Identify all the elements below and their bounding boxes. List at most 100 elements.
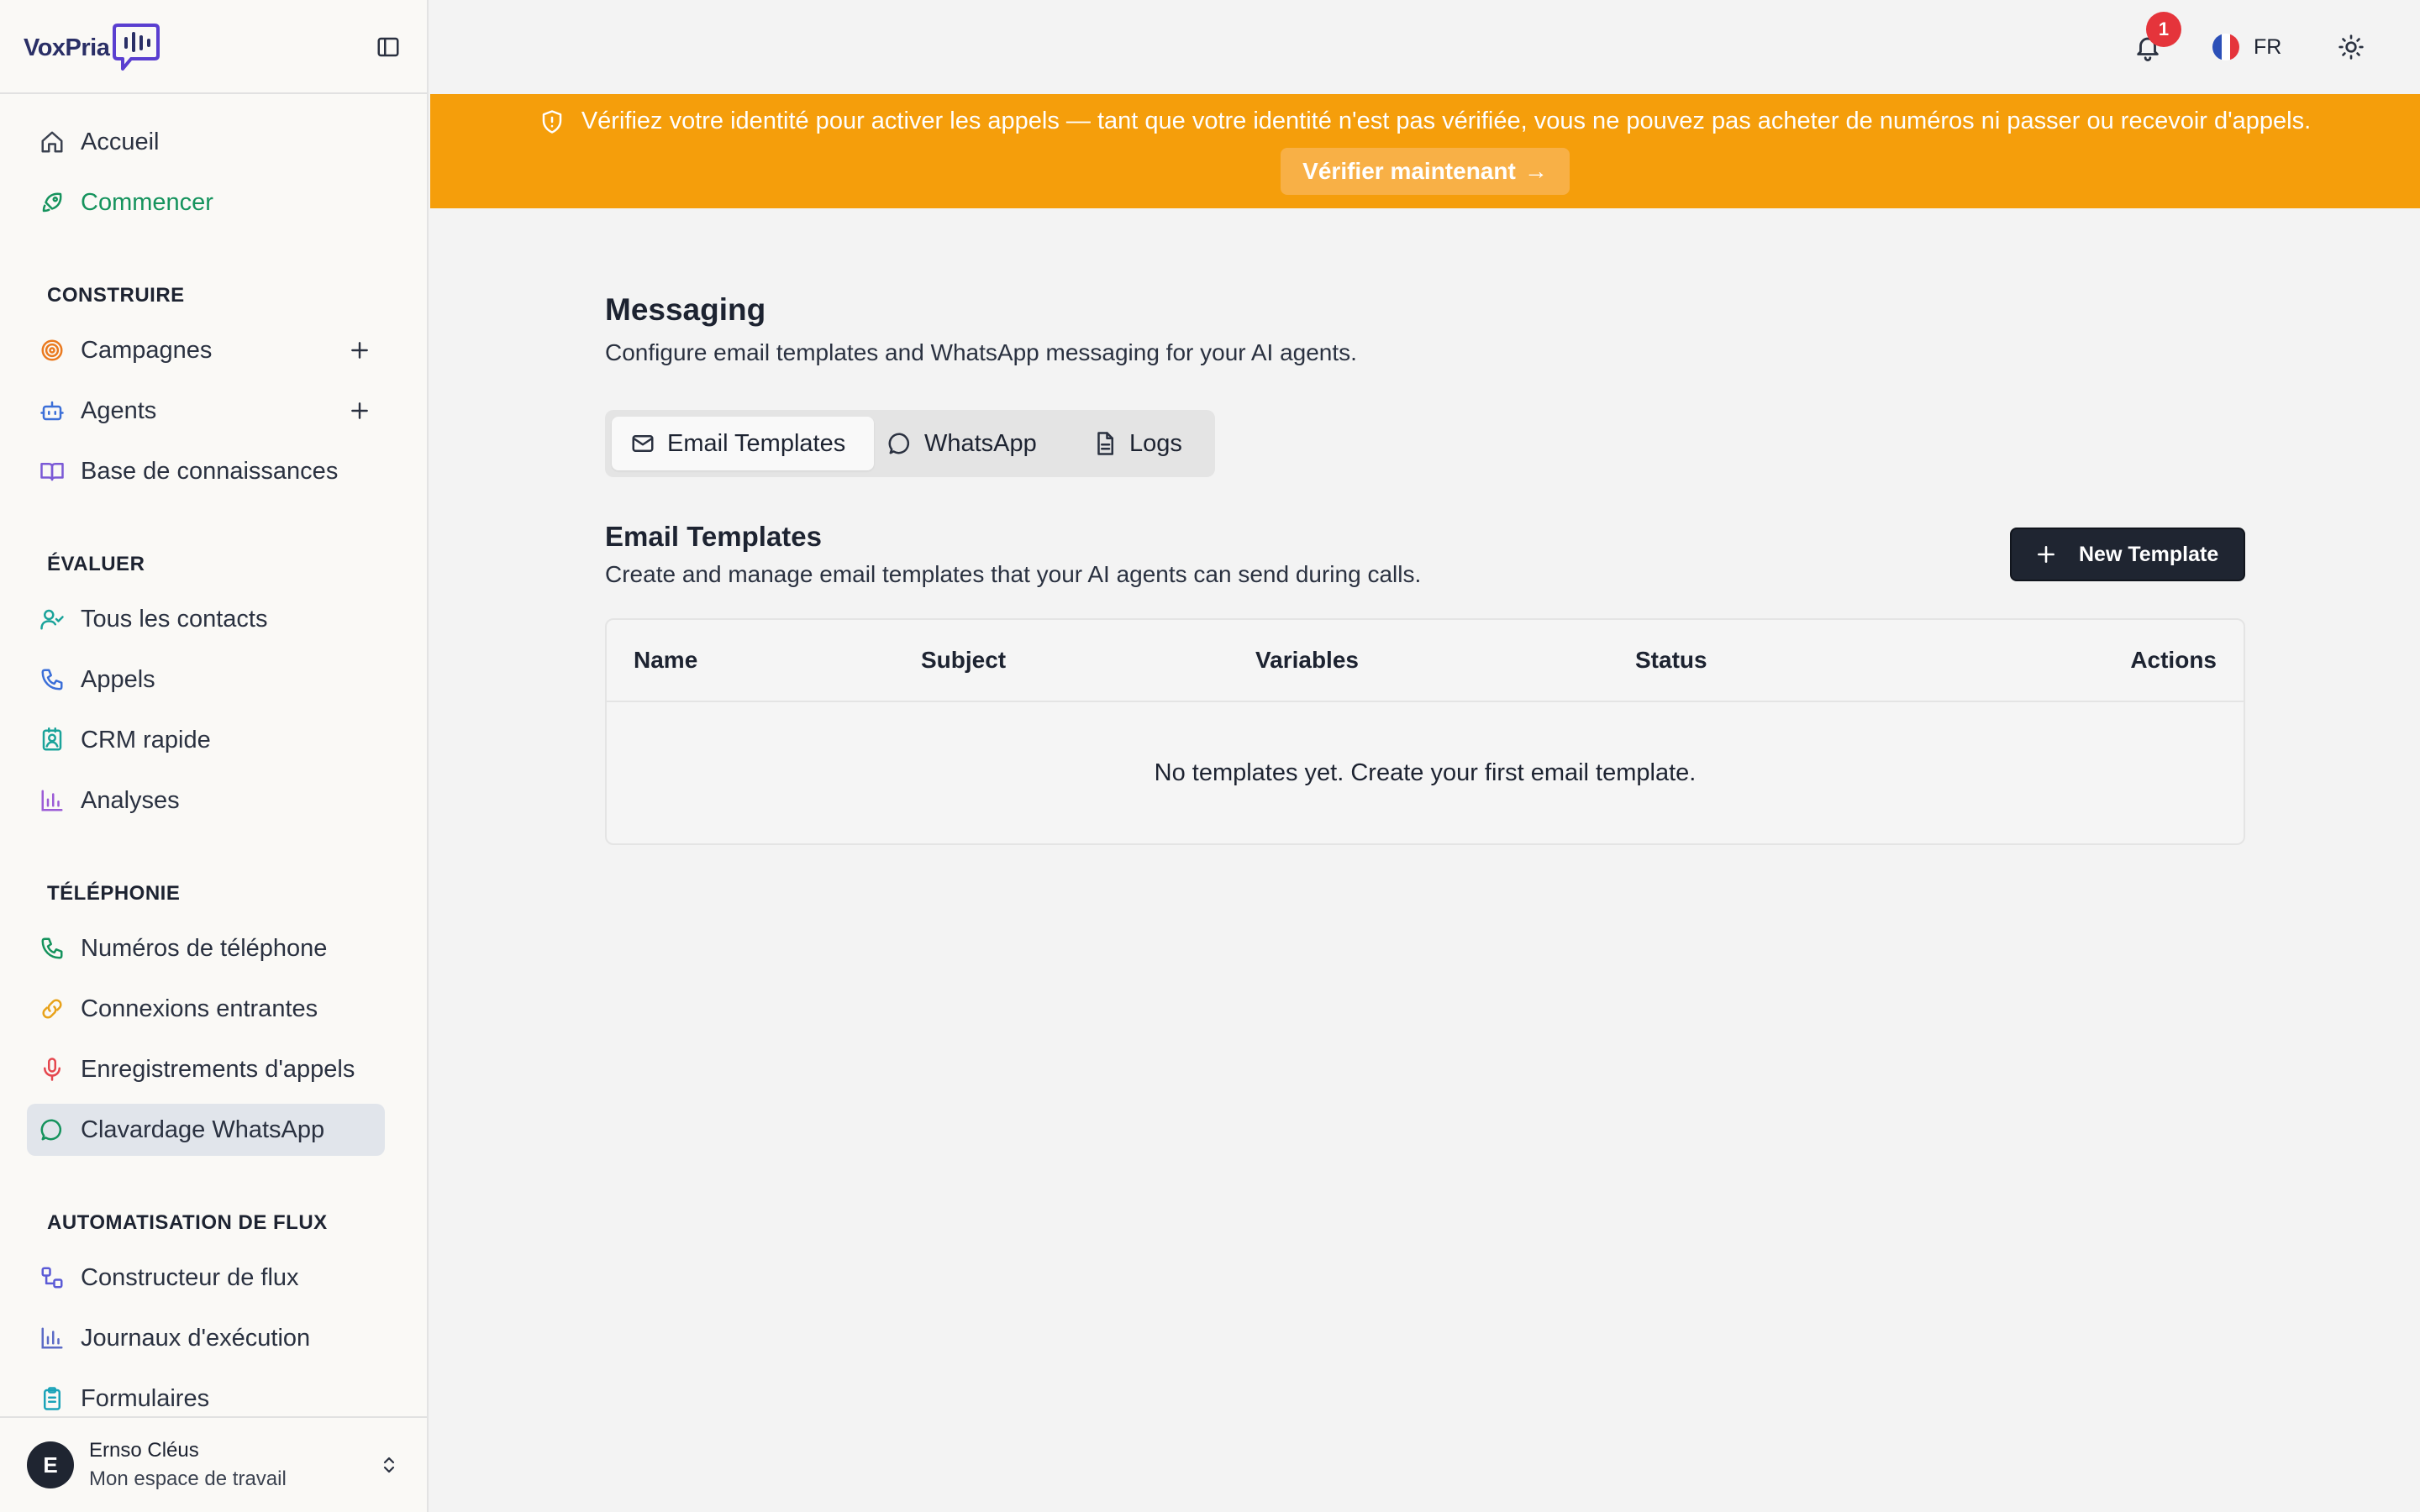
page-subtitle: Configure email templates and WhatsApp m… xyxy=(605,339,1357,365)
tab-label: Email Templates xyxy=(667,429,846,457)
workspace-name: Mon espace de travail xyxy=(89,1467,287,1490)
book-icon xyxy=(39,458,66,485)
sidebar-item-enregistrements-d-appels[interactable]: Enregistrements d'appels xyxy=(27,1043,385,1095)
file-text-icon xyxy=(1097,432,1113,455)
sidebar-item-tous-les-contacts[interactable]: Tous les contacts xyxy=(27,593,385,645)
banner-message: Vérifiez votre identité pour activer les… xyxy=(430,108,2420,135)
workflow-icon xyxy=(39,1264,66,1291)
plus-icon xyxy=(2038,546,2054,563)
add-campaign-plus-icon[interactable] xyxy=(346,337,373,364)
home-icon xyxy=(39,129,66,155)
sidebar-item-crm-rapide[interactable]: CRM rapide xyxy=(27,714,385,766)
add-agent-plus-icon[interactable] xyxy=(346,397,373,424)
page-title: Messaging xyxy=(605,292,766,327)
sidebar-header: VoxPria xyxy=(0,0,427,94)
sidebar-item-commencer[interactable]: Commencer xyxy=(27,176,385,228)
column-header-variables[interactable]: Variables xyxy=(1255,647,1359,674)
sidebar: VoxPria Accueil Commencer CONSTRUIRE Cam… xyxy=(0,0,429,1512)
sidebar-item-clavardage-whatsapp[interactable]: Clavardage WhatsApp xyxy=(27,1104,385,1156)
chat-icon xyxy=(39,1116,66,1143)
sidebar-item-label: Enregistrements d'appels xyxy=(81,1055,355,1083)
language-switcher[interactable]: FR xyxy=(2212,30,2281,64)
sidebar-item-label: Numéros de téléphone xyxy=(81,934,328,962)
tab-email-templates[interactable]: Email Templates xyxy=(612,417,874,470)
verification-banner: Vérifiez votre identité pour activer les… xyxy=(430,94,2420,208)
brand-logo[interactable]: VoxPria xyxy=(24,22,161,74)
column-header-status[interactable]: Status xyxy=(1635,647,1707,674)
shield-alert-icon xyxy=(542,109,562,134)
sidebar-item-label: Clavardage WhatsApp xyxy=(81,1116,325,1143)
language-label: FR xyxy=(2254,34,2282,59)
phone-icon xyxy=(39,666,66,693)
sidebar-item-label: Accueil xyxy=(81,128,160,155)
email-templates-table: Name Subject Variables Status Actions No… xyxy=(605,618,2245,845)
section-title: Email Templates xyxy=(605,521,822,552)
sidebar-item-analyses[interactable]: Analyses xyxy=(27,774,385,827)
column-header-name[interactable]: Name xyxy=(634,647,697,674)
section-subtitle: Create and manage email templates that y… xyxy=(605,561,1422,587)
tab-label: WhatsApp xyxy=(924,429,1037,457)
france-flag-icon xyxy=(2212,34,2239,60)
column-header-subject[interactable]: Subject xyxy=(921,647,1006,674)
sidebar-item-agents[interactable]: Agents xyxy=(27,385,385,437)
chevrons-up-down-icon[interactable] xyxy=(376,1450,402,1480)
sidebar-item-formulaires[interactable]: Formulaires xyxy=(27,1373,385,1418)
verify-now-button[interactable]: Vérifier maintenant → xyxy=(1281,148,1570,195)
sidebar-item-appels[interactable]: Appels xyxy=(27,654,385,706)
sidebar-item-journaux-d-execution[interactable]: Journaux d'exécution xyxy=(27,1312,385,1364)
sidebar-item-label: Tous les contacts xyxy=(81,605,268,633)
phone-icon xyxy=(39,935,66,962)
sidebar-item-label: Campagnes xyxy=(81,336,213,364)
sidebar-item-connexions-entrantes[interactable]: Connexions entrantes xyxy=(27,983,385,1035)
mic-icon xyxy=(39,1056,66,1083)
contact-card-icon xyxy=(39,727,66,753)
new-template-button[interactable]: New Template xyxy=(2010,528,2245,581)
arrow-right-icon: → xyxy=(1523,158,1548,184)
column-header-actions: Actions xyxy=(2130,647,2217,673)
sidebar-item-label: Agents xyxy=(81,396,157,424)
panel-left-icon xyxy=(377,37,399,57)
brand-name: VoxPria xyxy=(24,34,110,61)
tab-label: Logs xyxy=(1129,429,1182,457)
sidebar-item-label: Formulaires xyxy=(81,1384,210,1412)
theme-toggle-button[interactable] xyxy=(2334,30,2368,64)
sidebar-item-label: Commencer xyxy=(81,188,213,216)
bar-chart-icon xyxy=(39,787,66,814)
sidebar-item-label: CRM rapide xyxy=(81,726,211,753)
table-empty-message: No templates yet. Create your first emai… xyxy=(1154,759,1697,786)
section-title-construire: CONSTRUIRE xyxy=(47,284,185,307)
user-menu[interactable]: E Ernso Cléus Mon espace de travail xyxy=(0,1416,427,1512)
banner-text: Vérifiez votre identité pour activer les… xyxy=(581,108,2312,134)
user-name: Ernso Cléus xyxy=(89,1439,199,1462)
sidebar-nav: Accueil Commencer CONSTRUIRE Campagnes A… xyxy=(0,94,427,1418)
tab-logs[interactable]: Logs xyxy=(1092,417,1210,470)
section-title-automatisation: AUTOMATISATION DE FLUX xyxy=(47,1211,328,1234)
sidebar-toggle-button[interactable] xyxy=(373,32,403,62)
mail-icon xyxy=(632,435,654,452)
user-info: Ernso Cléus Mon espace de travail xyxy=(89,1438,287,1492)
sidebar-item-constructeur-de-flux[interactable]: Constructeur de flux xyxy=(27,1252,385,1304)
sidebar-item-label: Appels xyxy=(81,665,155,693)
bar-chart-icon xyxy=(39,1325,66,1352)
sidebar-item-numeros-de-telephone[interactable]: Numéros de téléphone xyxy=(27,922,385,974)
sidebar-item-label: Analyses xyxy=(81,786,180,814)
clipboard-icon xyxy=(39,1385,66,1412)
sidebar-item-label: Constructeur de flux xyxy=(81,1263,299,1291)
sidebar-item-campagnes[interactable]: Campagnes xyxy=(27,324,385,376)
avatar: E xyxy=(27,1441,74,1488)
user-check-icon xyxy=(39,606,66,633)
link-icon xyxy=(39,995,66,1022)
new-template-label: New Template xyxy=(2079,542,2219,566)
section-title-telephonie: TÉLÉPHONIE xyxy=(47,882,181,905)
messaging-tabs: Email Templates WhatsApp Logs xyxy=(605,410,1215,477)
target-icon xyxy=(39,337,66,364)
bot-icon xyxy=(39,397,66,424)
section-title-evaluer: ÉVALUER xyxy=(47,553,145,575)
sidebar-item-accueil[interactable]: Accueil xyxy=(27,116,385,168)
sidebar-item-base-de-connaissances[interactable]: Base de connaissances xyxy=(27,445,385,497)
tab-whatsapp[interactable]: WhatsApp xyxy=(887,417,1072,470)
table-header: Name Subject Variables Status Actions xyxy=(607,620,2244,702)
logo-waveform-icon xyxy=(113,24,160,71)
chat-icon xyxy=(888,433,910,454)
top-bar xyxy=(429,0,2420,94)
